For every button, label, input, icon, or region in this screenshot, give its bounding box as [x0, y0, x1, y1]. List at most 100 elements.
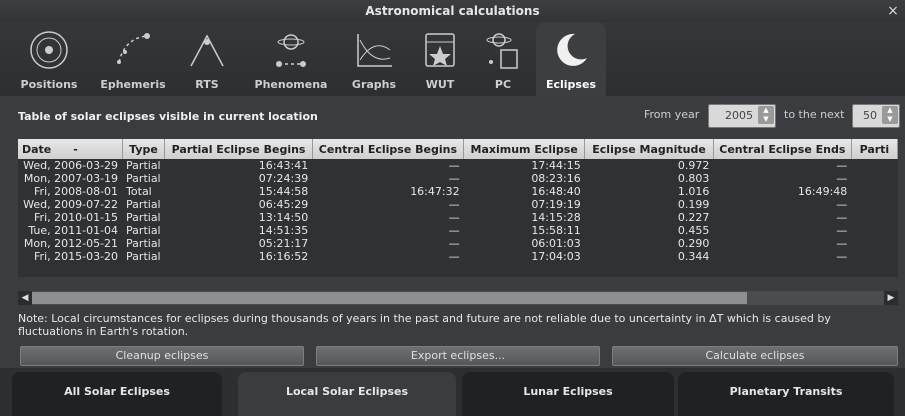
scrollbar-thumb[interactable]	[32, 292, 747, 304]
tab-ephemeris[interactable]: Ephemeris	[94, 22, 172, 96]
table-cell: —	[836, 198, 848, 211]
table-row[interactable]: Fri, 2010-01-15 Partial 13:14:50 — 14:15:28 0…	[18, 211, 898, 224]
table-row[interactable]: Mon, 2007-03-19 Partial 07:24:39 — 08:23:16 0…	[18, 172, 898, 185]
tab-pc[interactable]: PC	[478, 22, 528, 96]
table-cell: 0.199	[677, 198, 710, 211]
table-cell: —	[448, 159, 460, 172]
table-cell: 0.227	[677, 211, 710, 224]
tab-phenomena[interactable]: Phenomena	[246, 22, 336, 96]
table-row[interactable]: Wed, 2006-03-29 Partial 16:43:41 — 17:44:15 0…	[18, 159, 898, 172]
table-cell: 07:19:19	[531, 198, 581, 211]
table-cell: 0.290	[677, 237, 710, 250]
table-cell: 14:51:35	[258, 224, 309, 237]
tab-positions[interactable]: Positions	[14, 22, 84, 96]
table-cell	[851, 224, 897, 237]
table-cell: Partial	[126, 250, 161, 263]
column-header-partial-begins[interactable]: Partial Eclipse Begins	[164, 139, 313, 159]
table-cell: —	[836, 224, 848, 237]
column-header-central-begins[interactable]: Central Eclipse Begins	[312, 139, 465, 159]
table-cell: 0.455	[677, 224, 710, 237]
table-heading: Table of solar eclipses visible in curre…	[18, 110, 318, 123]
table-cell: —	[836, 211, 848, 224]
graphs-icon	[357, 34, 392, 67]
table-row[interactable]: Wed, 2009-07-22 Partial 06:45:29 — 07:19:19 0…	[18, 198, 898, 211]
table-cell: 1.016	[677, 185, 710, 198]
table-cell: —	[448, 224, 460, 237]
to-next-label: to the next	[784, 108, 845, 121]
tab-lunar-eclipses[interactable]: Lunar Eclipses	[462, 372, 674, 416]
calculate-eclipses-button[interactable]: Calculate eclipses	[612, 346, 898, 366]
column-header-central-ends[interactable]: Central Eclipse Ends	[713, 139, 852, 159]
toolbar: Positions Ephemeris RTS Phenomena Graphs…	[0, 22, 905, 96]
table-row[interactable]: Mon, 2012-05-21 Partial 05:21:17 — 06:01:03 0…	[18, 237, 898, 250]
column-header-type[interactable]: Type	[122, 139, 166, 159]
table-cell: 0.803	[677, 172, 710, 185]
table-cell: 08:23:16	[531, 172, 581, 185]
scroll-right-icon[interactable]: ▶	[884, 291, 898, 305]
table-cell: 15:44:58	[258, 185, 309, 198]
tab-label: Phenomena	[254, 78, 328, 91]
scroll-left-icon[interactable]: ◀	[18, 291, 32, 305]
tab-all-solar-eclipses[interactable]: All Solar Eclipses	[12, 372, 222, 416]
tab-graphs[interactable]: Graphs	[346, 22, 402, 96]
table-row[interactable]: Fri, 2015-03-20 Partial 16:16:52 — 17:04:03 0…	[18, 250, 898, 263]
eclipses-panel: Table of solar eclipses visible in curre…	[0, 96, 905, 368]
table-cell: 16:47:32	[410, 185, 460, 198]
wut-icon	[425, 33, 455, 67]
table-cell: 15:58:11	[531, 224, 581, 237]
table-row[interactable]: Fri, 2008-08-01 Total 15:44:58 16:47:32 16:4…	[18, 185, 898, 198]
from-year-label: From year	[644, 108, 700, 121]
table-cell: Partial	[126, 159, 161, 172]
cleanup-eclipses-button[interactable]: Cleanup eclipses	[20, 346, 304, 366]
spin-arrows-icon[interactable]: ▲ ▼	[882, 106, 898, 124]
table-row[interactable]: Tue, 2011-01-04 Partial 14:51:35 — 15:58:11 0…	[18, 224, 898, 237]
rts-icon	[190, 34, 224, 67]
table-cell: —	[448, 198, 460, 211]
table-cell: Wed, 2006-03-29	[23, 159, 119, 172]
table-cell	[851, 237, 897, 250]
to-next-value: 50	[863, 109, 877, 122]
table-cell	[851, 250, 897, 263]
horizontal-scrollbar[interactable]: ◀ ▶	[18, 291, 898, 305]
tab-label: Ephemeris	[100, 78, 166, 91]
table-cell: —	[836, 172, 848, 185]
table-cell: —	[448, 172, 460, 185]
to-next-spinbox[interactable]: 50 ▲ ▼	[852, 104, 900, 128]
table-cell: Wed, 2009-07-22	[23, 198, 119, 211]
eclipse-type-tabs: All Solar Eclipses Local Solar Eclipses …	[0, 368, 905, 416]
table-cell: 0.344	[677, 250, 710, 263]
table-cell: Fri, 2015-03-20	[34, 250, 119, 263]
tab-label: PC	[494, 78, 512, 91]
tab-local-solar-eclipses[interactable]: Local Solar Eclipses	[238, 372, 456, 416]
window-title: Astronomical calculations	[0, 0, 905, 22]
table-cell: Mon, 2012-05-21	[23, 237, 119, 250]
table-cell	[851, 198, 897, 211]
column-header-magnitude[interactable]: Eclipse Magnitude	[584, 139, 714, 159]
table-cell	[851, 185, 897, 198]
column-header-date[interactable]: Date -	[18, 139, 123, 159]
table-cell: —	[836, 237, 848, 250]
export-eclipses-button[interactable]: Export eclipses...	[316, 346, 600, 366]
table-cell: Tue, 2011-01-04	[28, 224, 119, 237]
tab-rts[interactable]: RTS	[182, 22, 232, 96]
column-header-maximum[interactable]: Maximum Eclipse	[463, 139, 586, 159]
table-header-row: Date - Type Partial Eclipse Begins Centra…	[18, 139, 898, 159]
tab-wut[interactable]: WUT	[412, 22, 468, 96]
tab-label: RTS	[195, 78, 219, 91]
spin-arrows-icon[interactable]: ▲ ▼	[758, 106, 774, 124]
reliability-note: Note: Local circumstances for eclipses d…	[18, 312, 831, 338]
tab-label: Positions	[20, 78, 78, 91]
tab-eclipses[interactable]: Eclipses	[536, 22, 606, 96]
from-year-spinbox[interactable]: 2005 ▲ ▼	[708, 104, 776, 128]
table-cell: Mon, 2007-03-19	[23, 172, 119, 185]
table-cell: Fri, 2010-01-15	[34, 211, 119, 224]
column-header-partial-ends[interactable]: Parti	[851, 139, 898, 159]
close-icon[interactable]: ×	[885, 0, 901, 22]
eclipses-table: Date - Type Partial Eclipse Begins Centra…	[18, 139, 898, 277]
table-cell: 0.972	[677, 159, 710, 172]
table-cell: 17:04:03	[531, 250, 581, 263]
table-cell: Partial	[126, 198, 161, 211]
eclipses-icon	[557, 33, 587, 66]
tab-planetary-transits[interactable]: Planetary Transits	[678, 372, 894, 416]
phenomena-icon	[276, 34, 306, 67]
